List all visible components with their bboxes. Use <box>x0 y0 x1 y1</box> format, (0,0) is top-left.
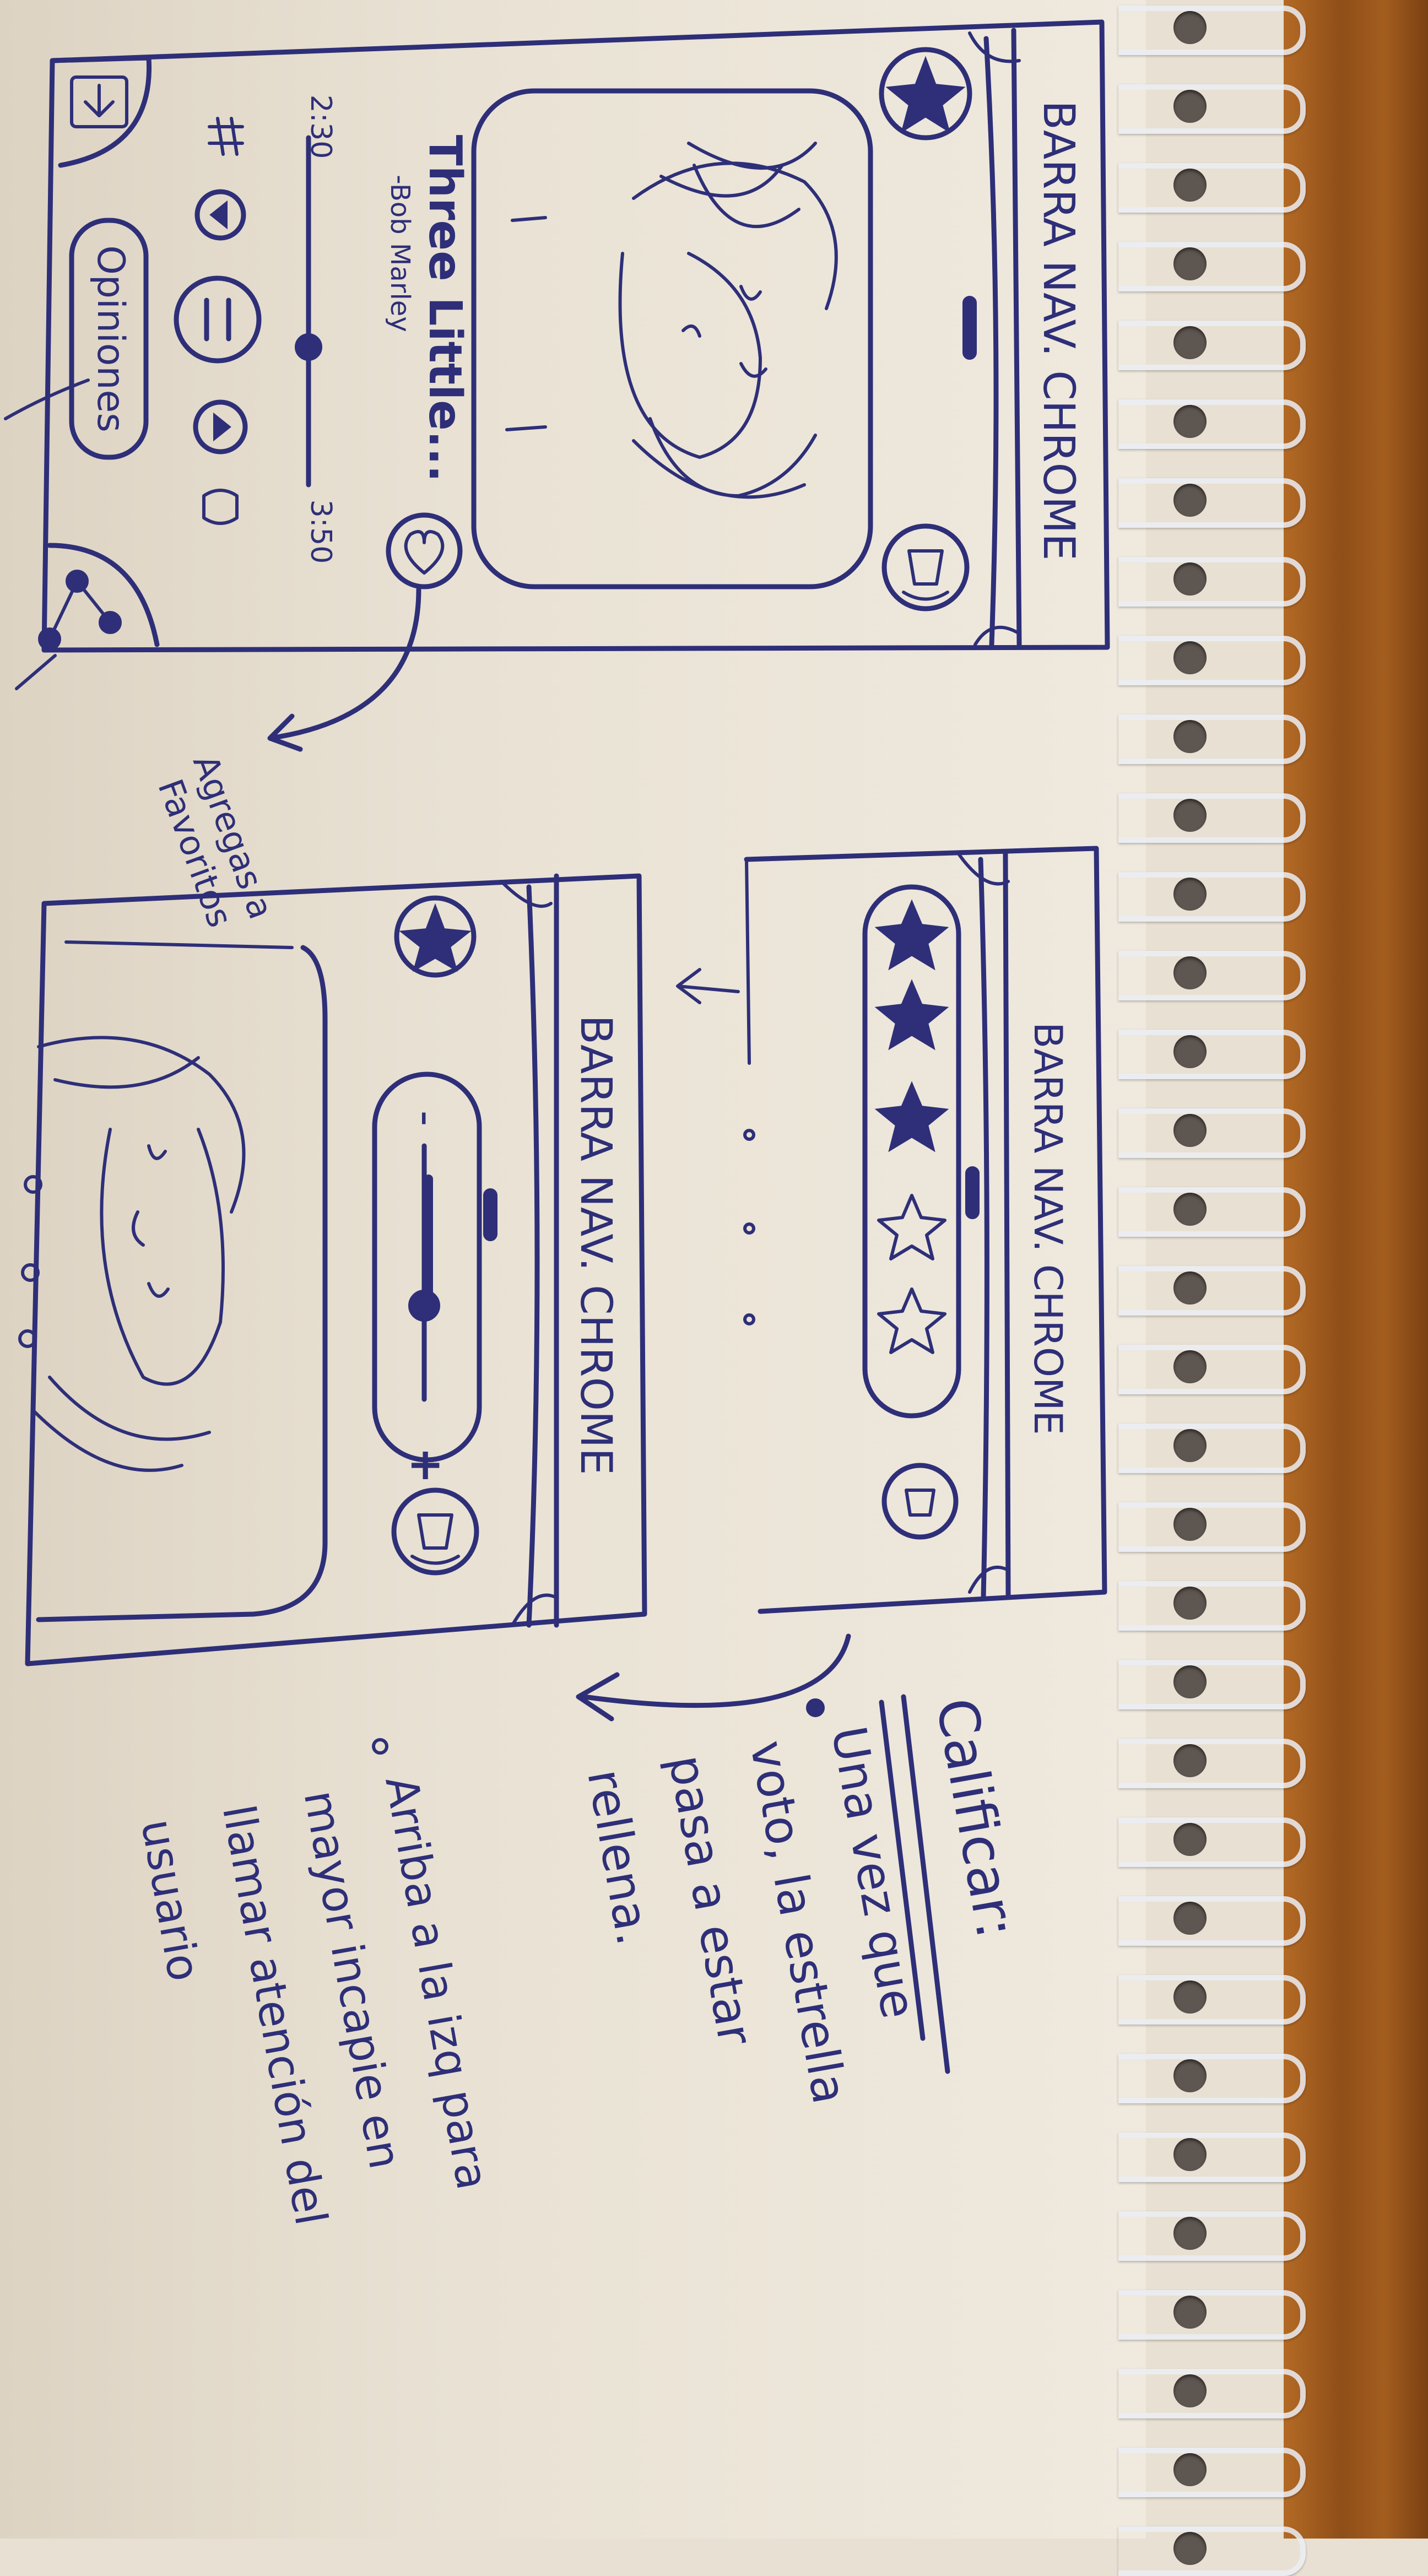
volume-minus[interactable]: - <box>401 1111 452 1127</box>
shuffle-icon[interactable] <box>208 117 244 156</box>
rating-star-empty[interactable] <box>877 1194 946 1260</box>
rating-star-filled[interactable] <box>874 1081 949 1152</box>
share-icon[interactable] <box>38 543 160 651</box>
rating-star-filled[interactable] <box>874 979 949 1051</box>
rating-stars-panel[interactable] <box>862 884 961 1419</box>
notes-heading: Calificar: <box>923 1693 1029 1943</box>
note-bullet-1: Una vez que voto, la estrella pasa a est… <box>576 1722 926 2108</box>
song-info: Three Little... -Bob Marley <box>385 135 471 482</box>
ellipsis-icon <box>743 1129 755 1325</box>
nav-bar-label: BARRA NAV. CHROME <box>1034 100 1083 560</box>
svg-text:pasa a estar: pasa a estar <box>658 1751 763 2049</box>
speaker-button-icon[interactable] <box>881 1463 959 1540</box>
bullet-dot <box>372 1738 388 1755</box>
star-button-icon[interactable] <box>879 47 972 140</box>
favorites-arrow <box>267 587 421 752</box>
screen2-nav-bar: BARRA NAV. CHROME <box>1025 1022 1070 1435</box>
rating-star-filled[interactable] <box>874 899 949 971</box>
svg-text:2:30: 2:30 <box>304 95 337 159</box>
screen1-frame <box>41 19 1110 653</box>
svg-text:BARRA NAV. CHROME: BARRA NAV. CHROME <box>571 1015 620 1475</box>
screen1-nav-bar: BARRA NAV. CHROME <box>1034 100 1083 560</box>
time-current: 2:30 <box>304 95 337 159</box>
note-bullet-2: Arriba a la izq para mayor incapie en ll… <box>131 1772 499 2229</box>
pause-button-icon[interactable] <box>174 275 262 364</box>
sketch-drawing: BARRA NAV. CHROME Three Little... -Bob M… <box>4 19 1110 2229</box>
annotation-line <box>15 654 57 690</box>
speaker-button-icon[interactable] <box>881 523 970 611</box>
scroll-indicator <box>962 296 977 360</box>
bullet-dot <box>806 1698 825 1717</box>
svg-text:+: + <box>401 1447 452 1484</box>
progress-slider[interactable] <box>295 135 322 488</box>
scroll-indicator <box>965 1166 980 1219</box>
svg-text:BARRA NAV. CHROME: BARRA NAV. CHROME <box>1025 1022 1070 1435</box>
favorites-note: Agregas a Favoritos <box>150 749 282 932</box>
svg-text:-: - <box>401 1111 452 1127</box>
repeat-icon[interactable] <box>202 489 239 525</box>
speaker-button-icon[interactable] <box>391 1487 479 1576</box>
volume-slider[interactable] <box>372 1071 482 1463</box>
svg-text:Opiniones: Opiniones <box>89 245 132 432</box>
next-button-icon[interactable] <box>193 399 248 454</box>
svg-text:rellena.: rellena. <box>576 1765 661 1949</box>
volume-plus[interactable]: + <box>401 1447 452 1484</box>
opinions-button[interactable]: Opiniones <box>69 218 149 460</box>
svg-text:3:50: 3:50 <box>304 500 337 564</box>
screen3-nav-bar: BARRA NAV. CHROME <box>571 1015 620 1475</box>
album-art-image <box>471 88 873 589</box>
song-artist: -Bob Marley <box>385 175 415 332</box>
scroll-indicator <box>483 1188 497 1241</box>
rating-star-empty[interactable] <box>877 1287 946 1354</box>
favorite-heart-button[interactable] <box>386 512 463 589</box>
screen3-frame <box>25 873 647 1666</box>
song-title: Three Little... <box>419 135 471 482</box>
album-art-image <box>18 940 328 1622</box>
time-total: 3:50 <box>304 500 337 564</box>
svg-text:Calificar:: Calificar: <box>923 1693 1029 1943</box>
download-icon[interactable] <box>50 55 152 168</box>
previous-button-icon[interactable] <box>194 189 246 241</box>
star-button-icon[interactable] <box>394 895 477 978</box>
svg-text:usuario: usuario <box>131 1815 210 1985</box>
flow-arrow <box>676 968 740 1004</box>
